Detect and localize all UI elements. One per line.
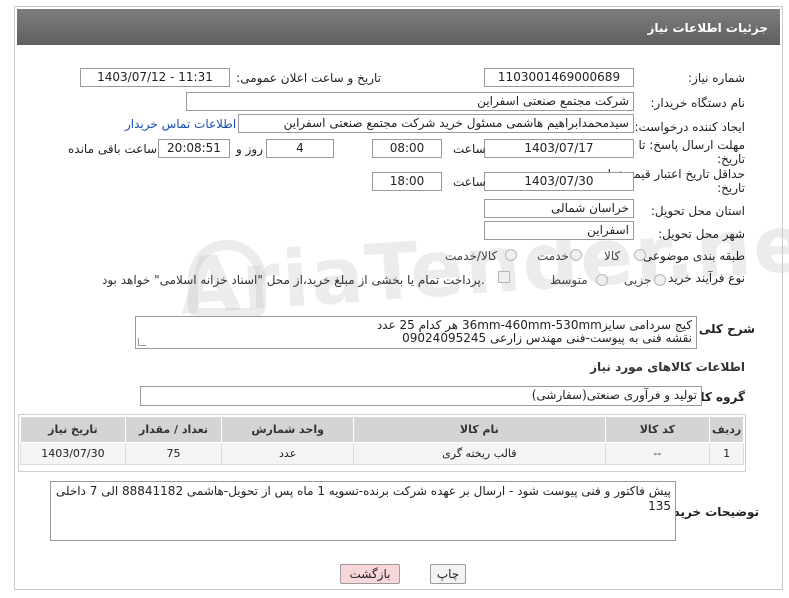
back-button[interactable]: بازگشت	[340, 564, 400, 584]
buyer-contact-link[interactable]: اطلاعات تماس خریدار	[125, 117, 236, 131]
description-textarea[interactable]: کیج سردامی سایز36mm-460mm-530mm هر کدام …	[135, 316, 697, 349]
buyer-notes-textarea[interactable]: پیش فاکتور و فنی پیوست شود - ارسال بر عه…	[50, 481, 676, 541]
price-validity-label-2: تاریخ:	[717, 181, 745, 195]
response-deadline-label-2: تاریخ:	[717, 152, 745, 166]
col-need-date: تاریخ نیاز	[20, 416, 126, 443]
cell-code: --	[604, 442, 711, 465]
remaining-time-label: ساعت باقی مانده	[68, 142, 158, 156]
remaining-days: 4	[266, 139, 334, 158]
buyer-org-field: شرکت مجتمع صنعتی اسفراین	[186, 92, 634, 111]
treasury-docs-checkbox[interactable]	[498, 271, 510, 283]
goods-section-title: اطلاعات کالاهای مورد نیاز	[590, 360, 745, 374]
items-table: ردیف کد کالا نام کالا واحد شمارش تعداد /…	[20, 416, 744, 465]
panel-header: جزئیات اطلاعات نیاز	[17, 9, 780, 45]
purchase-minor-radio[interactable]	[654, 274, 666, 286]
category-service-label: خدمت	[537, 249, 569, 263]
category-goods-label: کالا	[604, 249, 621, 263]
cell-row: 1	[709, 442, 744, 465]
category-label: طبقه بندی موضوعی:	[638, 249, 745, 263]
price-validity-time: 18:00	[372, 172, 442, 191]
response-deadline-time: 08:00	[372, 139, 442, 158]
purchase-medium-label: متوسط	[550, 273, 588, 287]
buyer-org-label: نام دستگاه خریدار:	[650, 96, 746, 110]
col-row: ردیف	[709, 416, 744, 443]
delivery-city-label: شهر محل تحویل:	[658, 227, 745, 241]
col-name: نام کالا	[353, 416, 606, 443]
remaining-time: 20:08:51	[158, 139, 230, 158]
print-button[interactable]: چاپ	[430, 564, 466, 584]
announce-datetime-label: تاریخ و ساعت اعلان عمومی:	[236, 71, 381, 85]
purchase-medium-radio[interactable]	[596, 274, 608, 286]
delivery-city-field: اسفراین	[484, 221, 634, 240]
col-quantity: تعداد / مقدار	[124, 416, 223, 443]
resize-grip-icon[interactable]	[138, 338, 146, 346]
purchase-type-label: نوع فرآیند خرید :	[660, 271, 745, 285]
cell-unit: عدد	[221, 442, 355, 465]
cell-quantity: 75	[124, 442, 223, 465]
price-validity-time-label: ساعت	[453, 175, 486, 189]
category-both-radio[interactable]	[505, 249, 517, 261]
days-label: روز و	[236, 142, 263, 156]
description-line-2: نقشه فنی به پیوست-فنی مهندس زارعی 090240…	[402, 331, 692, 345]
cell-need-date: 1403/07/30	[20, 442, 126, 465]
response-time-label: ساعت	[453, 142, 486, 156]
price-validity-date: 1403/07/30	[484, 172, 634, 191]
treasury-docs-text: پرداخت تمام یا بخشی از مبلغ خرید،از محل …	[102, 273, 485, 287]
goods-group-field: تولید و فرآوری صنعتی(سفارشی)	[140, 386, 702, 406]
need-number-label: شماره نیاز:	[688, 71, 745, 85]
delivery-province-label: استان محل تحویل:	[650, 204, 745, 218]
buyer-notes-text: پیش فاکتور و فنی پیوست شود - ارسال بر عه…	[55, 484, 671, 513]
requester-label: ایجاد کننده درخواست:	[634, 120, 745, 134]
table-header-row: ردیف کد کالا نام کالا واحد شمارش تعداد /…	[20, 416, 744, 443]
response-deadline-date: 1403/07/17	[484, 139, 634, 158]
requester-field: سیدمحمدابراهیم هاشمی مسئول خرید شرکت مجت…	[238, 114, 634, 133]
delivery-province-field: خراسان شمالی	[484, 199, 634, 218]
category-both-label: کالا/خدمت	[445, 249, 498, 263]
announce-datetime-field: 1403/07/12 - 11:31	[80, 68, 230, 87]
col-unit: واحد شمارش	[221, 416, 355, 443]
need-number-field: 1103001469000689	[484, 68, 634, 87]
table-row: 1 -- قالب ریخته گری عدد 75 1403/07/30	[20, 442, 744, 465]
category-service-radio[interactable]	[570, 249, 582, 261]
purchase-minor-label: جزیی	[624, 273, 652, 287]
cell-name: قالب ریخته گری	[353, 442, 606, 465]
response-deadline-label-1: مهلت ارسال پاسخ: تا	[638, 138, 745, 152]
category-goods-radio[interactable]	[634, 249, 646, 261]
col-code: کد کالا	[604, 416, 711, 443]
